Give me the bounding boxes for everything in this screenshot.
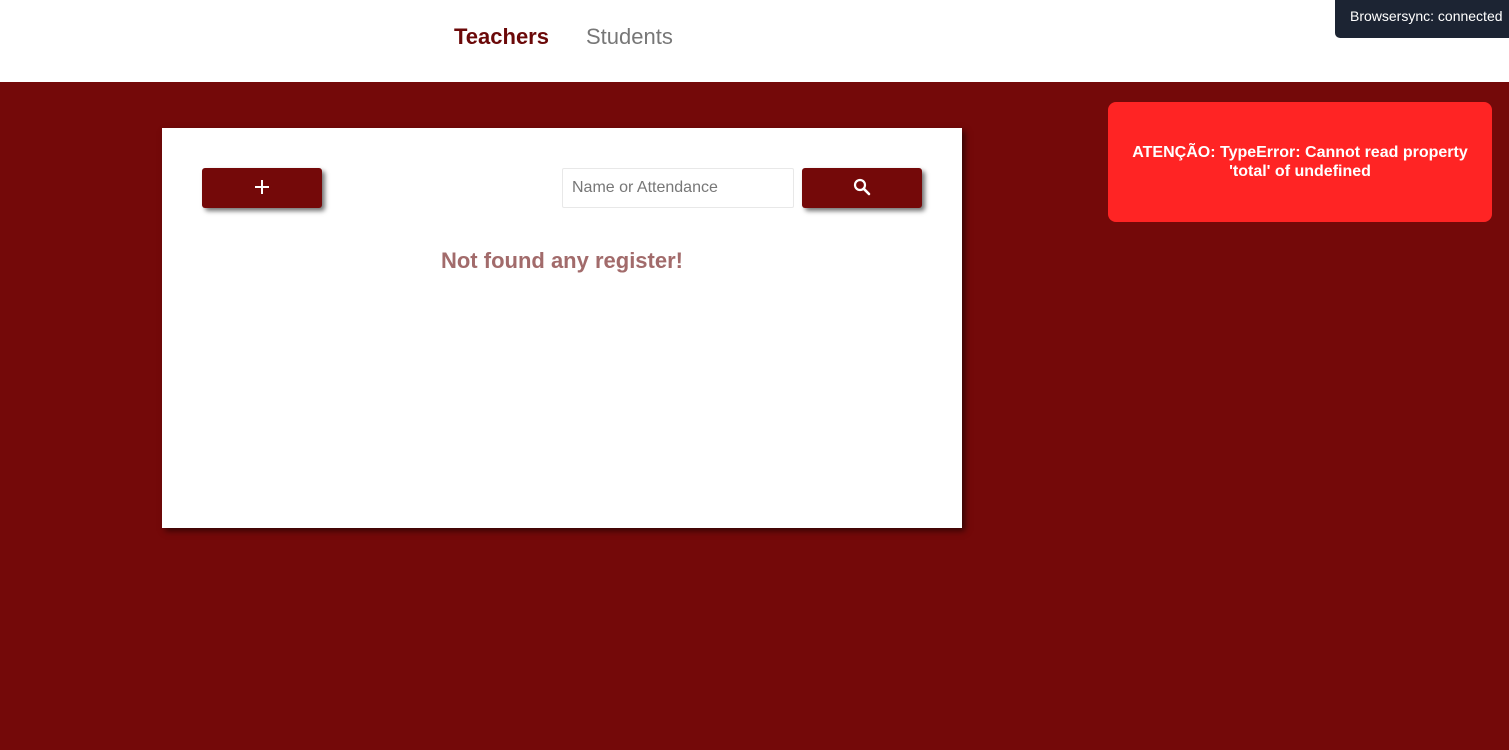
top-bar: Teachers Students xyxy=(0,0,1509,82)
add-button[interactable] xyxy=(202,168,322,208)
empty-state-message: Not found any register! xyxy=(440,248,683,273)
main-card: Not found any register! xyxy=(162,128,962,528)
error-alert: ATENÇÃO: TypeError: Cannot read property… xyxy=(1108,102,1492,222)
error-alert-message: ATENÇÃO: TypeError: Cannot read property… xyxy=(1132,144,1468,180)
search-button[interactable] xyxy=(802,168,922,208)
nav-link-teachers[interactable]: Teachers xyxy=(454,24,549,50)
main-nav: Teachers Students xyxy=(454,24,673,50)
browsersync-status-badge: Browsersync: connected xyxy=(1335,0,1509,38)
nav-link-students[interactable]: Students xyxy=(586,24,673,50)
search-input[interactable] xyxy=(562,168,794,208)
plus-icon xyxy=(254,179,270,198)
search-icon xyxy=(853,178,871,199)
